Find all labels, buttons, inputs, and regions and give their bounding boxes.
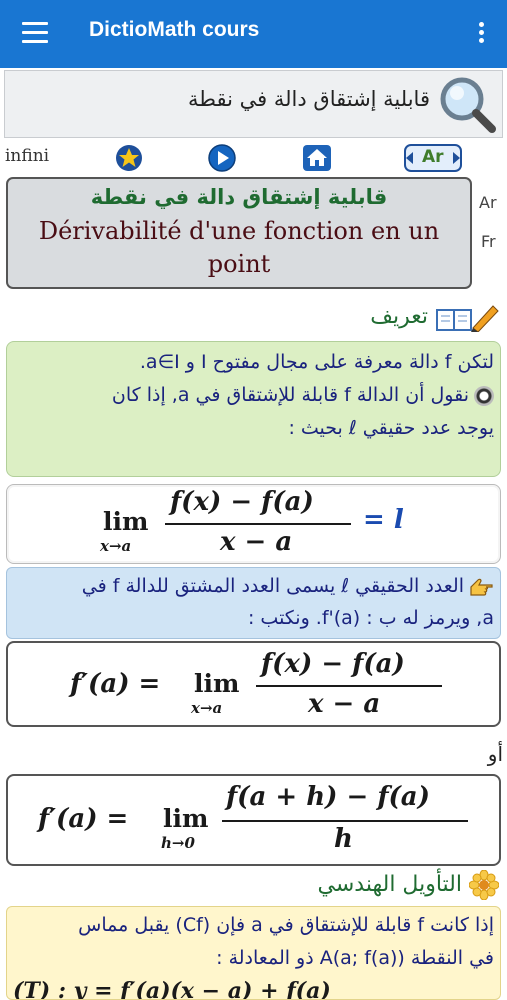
entry-title-ar: قابلية إشتقاق دالة في نقطة xyxy=(90,185,388,209)
play-icon[interactable] xyxy=(206,144,238,172)
radio-bullet-icon xyxy=(474,385,494,406)
lang-ar-label[interactable]: Ar xyxy=(479,193,497,212)
formula2-numerator: f(x) − f(a) xyxy=(261,649,405,679)
formula3-fraction-bar xyxy=(222,820,468,822)
more-vert-icon[interactable] xyxy=(479,22,485,46)
language-toggle-label: Ar xyxy=(422,147,444,167)
formula3-denominator: h xyxy=(334,824,353,854)
formula3-numerator: f(a + h) − f(a) xyxy=(226,782,430,812)
entry-header: قابلية إشتقاق دالة في نقطة Dérivabilité … xyxy=(6,177,472,289)
geometric-line-2: في النقطة A(a; f(a)) ذو المعادلة : xyxy=(216,947,494,969)
mode-label[interactable]: infini xyxy=(5,146,49,166)
home-icon[interactable] xyxy=(302,144,332,172)
note-line-2: a, ويرمز له ب : f'(a). ونكتب : xyxy=(247,607,494,629)
app-bar: DictioMath cours xyxy=(0,0,507,68)
formula2-denominator: x − a xyxy=(308,689,381,719)
definition-line-2: نقول أن الدالة f قابلة للإشتقاق في a, إذ… xyxy=(111,384,469,406)
note-box: العدد الحقيقي ℓ يسمى العدد المشتق للدالة… xyxy=(6,567,501,639)
star-icon[interactable] xyxy=(114,144,144,172)
or-label: أو xyxy=(487,742,503,766)
geometric-box: إذا كانت f قابلة للإشتقاق في a فإن (Cf) … xyxy=(6,906,501,1000)
pointing-hand-icon xyxy=(470,578,493,596)
flower-icon xyxy=(469,870,499,900)
formula1-denominator: x − a xyxy=(220,527,293,557)
formula2-sub: x→a xyxy=(191,699,223,717)
geometric-section-title: التأويل الهندسي xyxy=(318,870,499,900)
formula1-numerator: f(x) − f(a) xyxy=(170,487,314,517)
lang-fr-label[interactable]: Fr xyxy=(481,232,496,251)
definition-title-text: تعريف xyxy=(370,304,428,329)
language-toggle-icon[interactable]: Ar xyxy=(404,144,462,172)
definition-line-1: لتكن f دالة معرفة على مجال مفتوح I و a∈I… xyxy=(139,351,494,373)
definition-box: لتكن f دالة معرفة على مجال مفتوح I و a∈I… xyxy=(6,341,501,477)
formula-derivative-x: f′(a) = lim x→a f(x) − f(a) x − a xyxy=(6,641,501,727)
app-title: DictioMath cours xyxy=(89,18,260,41)
formula3-sub: h→0 xyxy=(161,834,195,852)
search-query[interactable]: قابلية إشتقاق دالة في نقطة xyxy=(188,87,430,111)
note-line-1: العدد الحقيقي ℓ يسمى العدد المشتق للدالة… xyxy=(81,575,464,597)
geometric-title-text: التأويل الهندسي xyxy=(317,872,462,897)
formula1-rhs: = l xyxy=(363,505,404,535)
entry-title-fr: Dérivabilité d'une fonction en un point xyxy=(38,217,440,278)
formula1-lim: lim xyxy=(103,507,149,536)
formula2-lhs: f′(a) = xyxy=(70,669,161,699)
toolbar: infini Ar xyxy=(0,142,507,174)
magnifier-icon[interactable] xyxy=(436,73,498,135)
formula3-lim: lim xyxy=(163,804,209,833)
definition-section-title: تعريف xyxy=(370,302,499,332)
geometric-line-3: (T) : y = f′(a)(x − a) + f(a) xyxy=(13,978,331,1000)
definition-line-3: يوجد عدد حقيقي ℓ بحيث : xyxy=(288,417,494,439)
formula3-lhs: f′(a) = xyxy=(38,804,129,834)
formula-limit-definition: lim x→a f(x) − f(a) x − a = l xyxy=(6,484,501,564)
geometric-line-1: إذا كانت f قابلة للإشتقاق في a فإن (Cf) … xyxy=(78,914,494,936)
formula-derivative-h: f′(a) = lim h→0 f(a + h) − f(a) h xyxy=(6,774,501,866)
search-bar[interactable]: قابلية إشتقاق دالة في نقطة xyxy=(4,70,503,138)
book-pencil-icon xyxy=(436,305,499,332)
formula1-fraction-bar xyxy=(165,523,351,525)
formula2-lim: lim xyxy=(194,669,240,698)
formula2-fraction-bar xyxy=(256,685,442,687)
formula1-sub: x→a xyxy=(100,537,132,555)
menu-icon[interactable] xyxy=(22,22,48,44)
